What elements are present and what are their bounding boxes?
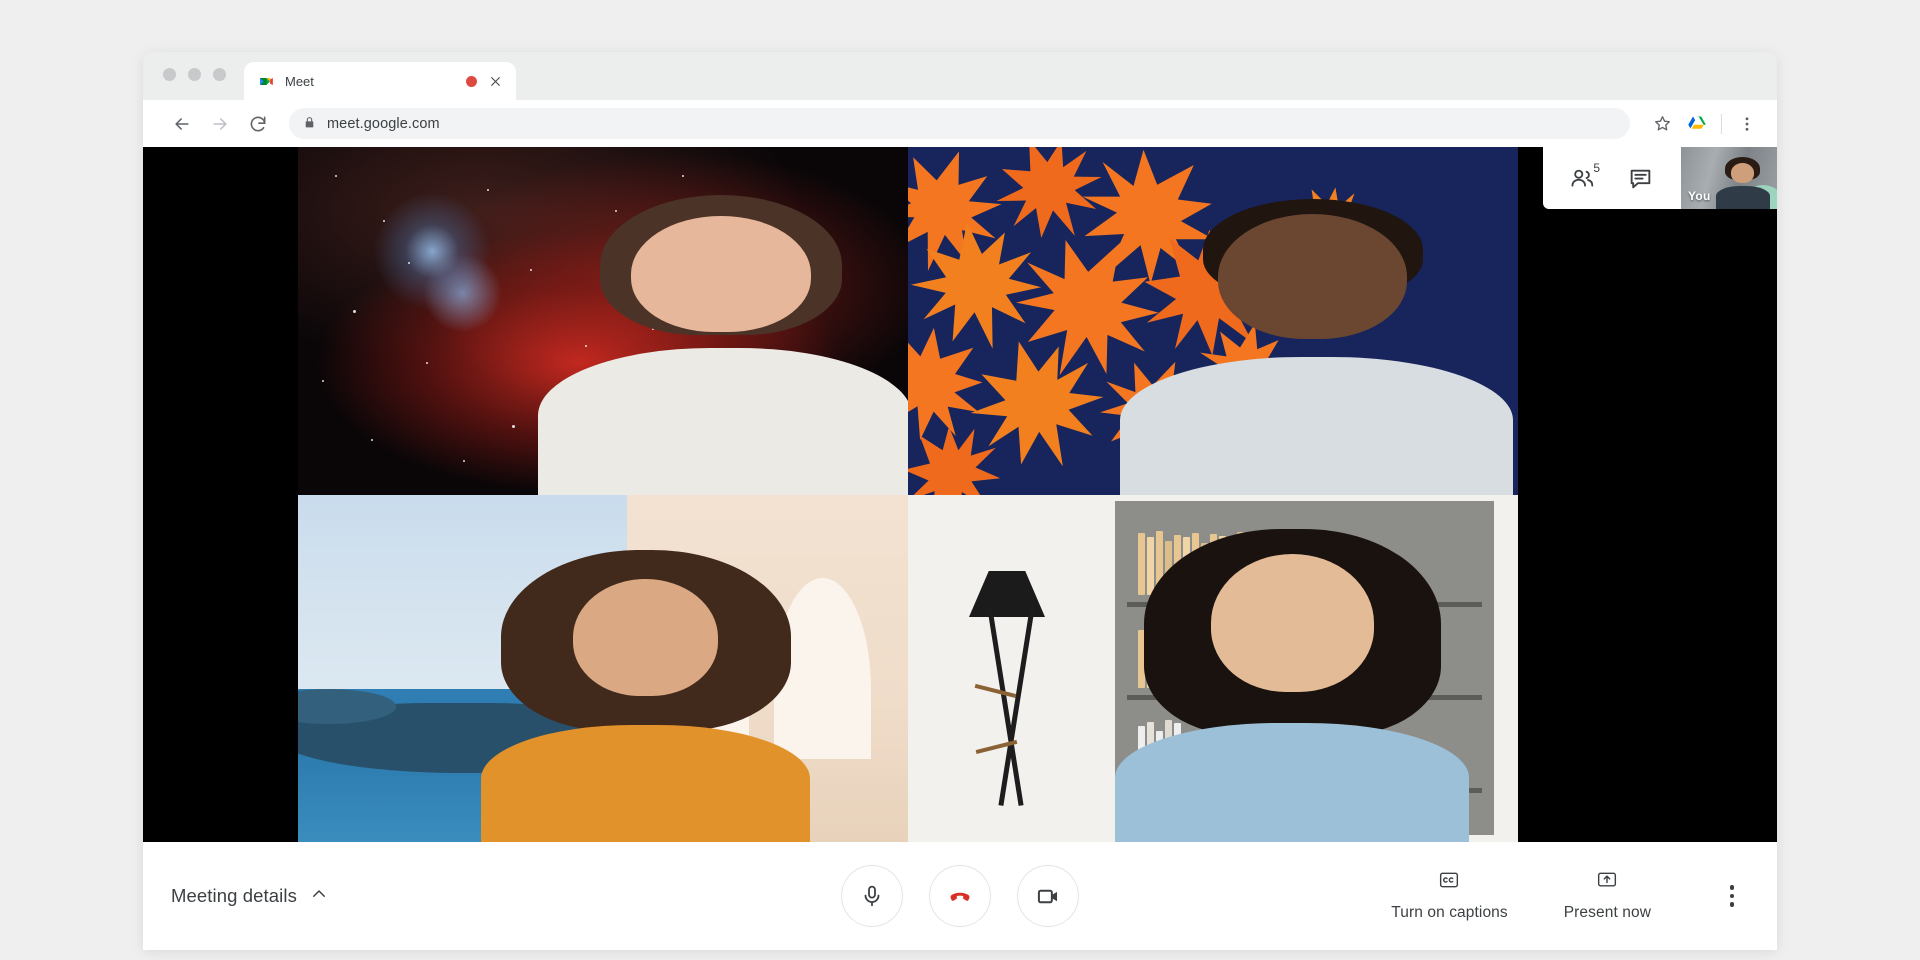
meet-control-bar: Meeting details: [143, 842, 1777, 950]
lock-icon: [303, 116, 316, 131]
camera-button[interactable]: [1017, 865, 1079, 927]
address-bar[interactable]: meet.google.com: [289, 108, 1630, 139]
meeting-details-button[interactable]: Meeting details: [171, 885, 328, 908]
meeting-details-label: Meeting details: [171, 885, 297, 907]
participant-grid: [298, 147, 1518, 842]
participant-tile[interactable]: [908, 495, 1518, 843]
participant-video-1: [530, 189, 908, 495]
recording-dot-icon: [466, 76, 477, 87]
window-traffic-lights: [163, 52, 226, 100]
present-now-button[interactable]: Present now: [1564, 870, 1651, 922]
captions-button[interactable]: Turn on captions: [1391, 870, 1507, 922]
self-view-label: You: [1688, 189, 1711, 203]
toolbar-right-actions: [1646, 108, 1763, 140]
minimize-window-dot[interactable]: [188, 68, 201, 81]
present-now-label: Present now: [1564, 904, 1651, 922]
close-icon[interactable]: [487, 73, 504, 90]
browser-window: Meet: [143, 52, 1777, 950]
maximize-window-dot[interactable]: [213, 68, 226, 81]
reload-icon[interactable]: [241, 107, 275, 141]
tab-title: Meet: [285, 74, 456, 89]
browser-tab-meet[interactable]: Meet: [244, 62, 516, 100]
secondary-controls: Turn on captions Present now: [1391, 870, 1749, 922]
address-bar-url: meet.google.com: [327, 116, 440, 132]
chat-button[interactable]: [1611, 147, 1669, 209]
leave-call-button[interactable]: [929, 865, 991, 927]
call-controls: [841, 865, 1079, 927]
video-stage: 5 You: [143, 147, 1777, 842]
participant-tile[interactable]: [298, 495, 908, 843]
close-window-dot[interactable]: [163, 68, 176, 81]
participant-video-3: [481, 550, 810, 842]
google-drive-icon[interactable]: [1680, 108, 1712, 140]
kebab-menu-icon[interactable]: [1731, 108, 1763, 140]
microphone-button[interactable]: [841, 865, 903, 927]
toolbar-divider: [1721, 114, 1722, 134]
tab-strip: Meet: [143, 52, 1777, 100]
forward-arrow-icon[interactable]: [203, 107, 237, 141]
people-count-badge: 5: [1593, 161, 1600, 175]
people-button[interactable]: 5: [1553, 147, 1611, 209]
present-screen-icon: [1594, 870, 1620, 895]
browser-toolbar: meet.google.com: [143, 100, 1777, 147]
participant-tile[interactable]: [298, 147, 908, 495]
star-icon[interactable]: [1646, 108, 1678, 140]
stage-controls-pill: 5: [1543, 147, 1679, 209]
back-arrow-icon[interactable]: [165, 107, 199, 141]
self-view-thumbnail[interactable]: You: [1679, 147, 1777, 209]
self-view-person: [1715, 157, 1771, 209]
google-meet-icon: [258, 73, 275, 90]
participant-video-2: [1128, 196, 1506, 495]
stage-top-right-controls: 5 You: [1543, 147, 1777, 209]
captions-label: Turn on captions: [1391, 904, 1507, 922]
participant-tile[interactable]: [908, 147, 1518, 495]
participant-video-4: [1115, 529, 1469, 842]
more-options-button[interactable]: [1715, 873, 1749, 919]
closed-caption-icon: [1436, 870, 1462, 895]
chevron-up-icon: [310, 885, 328, 908]
